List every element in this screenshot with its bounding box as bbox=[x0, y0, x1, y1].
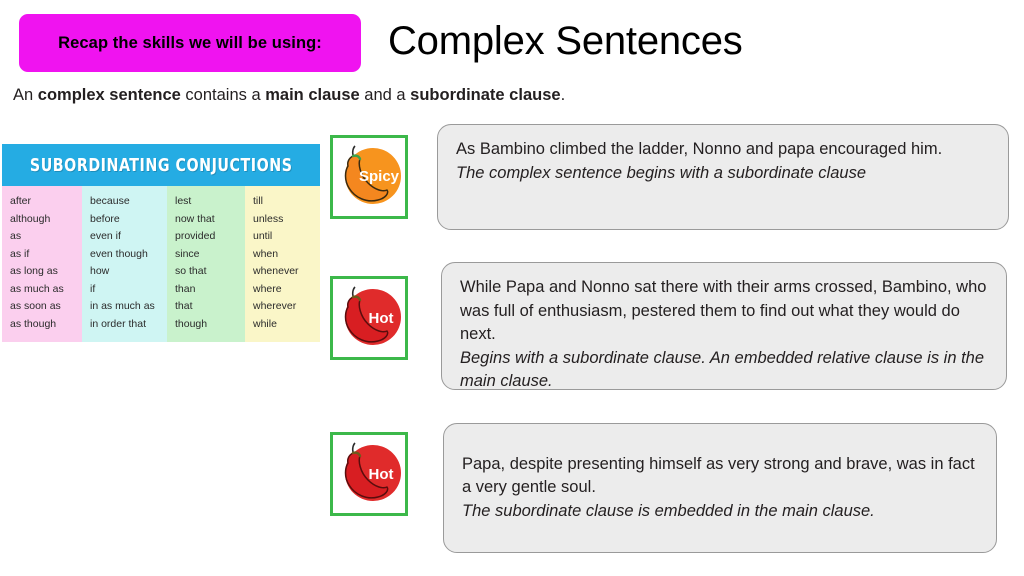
conjunctions-column-3: lest now that provided since so that than that… bbox=[167, 186, 245, 342]
conjunction-item: than bbox=[175, 282, 196, 295]
definition-term-subordinate-clause: subordinate clause bbox=[410, 86, 561, 104]
conjunction-item: that bbox=[175, 300, 193, 312]
conjunction-item: in order that bbox=[90, 317, 147, 330]
recap-banner-label: Recap the skills we will be using: bbox=[58, 33, 322, 52]
conjunction-item: because bbox=[90, 195, 130, 207]
definition-line: An complex sentence contains a main clau… bbox=[13, 86, 565, 105]
conjunction-item: as much as bbox=[10, 282, 64, 295]
conjunction-item: if bbox=[90, 282, 96, 295]
conjunction-item: when bbox=[253, 247, 279, 260]
page-title: Complex Sentences bbox=[388, 19, 743, 63]
conjunction-item: until bbox=[253, 230, 273, 242]
conjunction-item: although bbox=[10, 212, 51, 225]
conjunctions-column-1: after although as as if as long as as much as… bbox=[2, 186, 82, 342]
definition-middle-2: and a bbox=[359, 86, 411, 104]
definition-term-main-clause: main clause bbox=[265, 86, 360, 104]
definition-term-complex-sentence: complex sentence bbox=[37, 86, 181, 104]
spicy-label: Spicy bbox=[359, 168, 400, 185]
example-note-1: The complex sentence begins with a subor… bbox=[456, 163, 866, 182]
conjunction-item: since bbox=[175, 247, 200, 260]
conjunction-item: where bbox=[253, 282, 282, 295]
recap-banner: Recap the skills we will be using: bbox=[19, 14, 361, 72]
hot-pepper-graphic: Hot bbox=[344, 286, 401, 345]
conjunction-item: as long as bbox=[10, 265, 58, 277]
conjunction-item: as soon as bbox=[10, 300, 61, 312]
definition-middle-1: contains a bbox=[180, 86, 266, 104]
conjunction-item: while bbox=[253, 317, 277, 330]
conjunction-item: after bbox=[10, 195, 32, 207]
conjunction-item: even though bbox=[90, 247, 148, 260]
conjunctions-table-header: SUBORDINATING CONJUCTIONS bbox=[2, 144, 320, 186]
conjunction-item: now that bbox=[175, 212, 215, 225]
conjunction-item: whenever bbox=[253, 265, 299, 277]
example-box-2: While Papa and Nonno sat there with thei… bbox=[441, 262, 1007, 390]
conjunction-item: till bbox=[253, 195, 263, 207]
example-sentence-1: As Bambino climbed the ladder, Nonno and… bbox=[456, 140, 943, 158]
example-note-2: Begins with a subordinate clause. An emb… bbox=[460, 348, 985, 391]
conjunction-item: as if bbox=[10, 247, 30, 260]
conjunction-item: even if bbox=[90, 230, 121, 242]
conjunction-item: so that bbox=[175, 265, 207, 277]
hot-pepper-graphic: Hot bbox=[344, 442, 401, 501]
conjunction-item: provided bbox=[175, 230, 216, 242]
hot-label: Hot bbox=[369, 466, 394, 483]
conjunction-item: as though bbox=[10, 317, 57, 330]
hot-pepper-icon-2: Hot bbox=[330, 432, 408, 516]
hot-pepper-icon-1: Hot bbox=[330, 276, 408, 360]
conjunctions-column-4: till unless until when whenever where wherever… bbox=[245, 186, 320, 342]
example-box-1: As Bambino climbed the ladder, Nonno and… bbox=[437, 124, 1009, 230]
definition-suffix: . bbox=[560, 86, 566, 104]
spicy-pepper-graphic: Spicy bbox=[344, 145, 401, 204]
definition-prefix: An bbox=[13, 86, 38, 104]
conjunction-item: in as much as bbox=[90, 300, 155, 312]
conjunction-item: as bbox=[10, 230, 22, 242]
example-sentence-2: While Papa and Nonno sat there with thei… bbox=[460, 278, 987, 343]
conjunction-item: lest bbox=[175, 195, 192, 207]
conjunctions-table-body: after although as as if as long as as much as… bbox=[2, 186, 320, 342]
conjunction-item: how bbox=[90, 265, 110, 277]
conjunction-item: before bbox=[90, 212, 120, 225]
example-sentence-3: Papa, despite presenting himself as very… bbox=[462, 454, 975, 497]
conjunctions-column-2: because before even if even though how if in a… bbox=[82, 186, 167, 342]
conjunction-item: unless bbox=[253, 212, 284, 225]
example-note-3: The subordinate clause is embedded in th… bbox=[462, 501, 875, 520]
conjunction-item: wherever bbox=[253, 300, 297, 312]
conjunctions-table-title: SUBORDINATING CONJUCTIONS bbox=[29, 154, 293, 176]
subordinating-conjunctions-table: SUBORDINATING CONJUCTIONS after although a… bbox=[2, 144, 320, 342]
hot-label: Hot bbox=[369, 310, 394, 327]
example-box-3: Papa, despite presenting himself as very… bbox=[443, 423, 997, 553]
spicy-pepper-icon: Spicy bbox=[330, 135, 408, 219]
conjunction-item: though bbox=[175, 317, 208, 330]
